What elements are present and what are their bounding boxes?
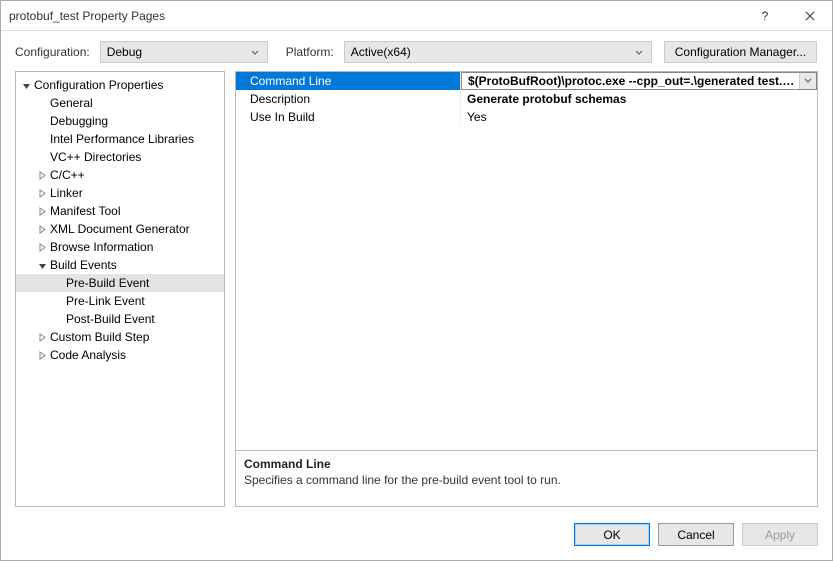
expand-icon[interactable] [36,205,48,217]
svg-text:?: ? [761,10,768,22]
configuration-value: Debug [107,45,142,59]
tree-item-label: Custom Build Step [50,330,149,344]
tree-item-label: Configuration Properties [34,78,163,92]
tree-item[interactable]: C/C++ [16,166,224,184]
content: Configuration Properties General Debugging… [1,71,832,515]
description-pane: Command Line Specifies a command line fo… [236,450,817,506]
description-text: Specifies a command line for the pre-bui… [244,473,809,487]
property-name: Command Line [236,72,461,90]
property-value[interactable]: $(ProtoBufRoot)\protoc.exe --cpp_out=.\g… [461,72,817,90]
titlebar: protobuf_test Property Pages ? [1,1,832,31]
property-rows: Command Line$(ProtoBufRoot)\protoc.exe -… [236,72,817,450]
window-title: protobuf_test Property Pages [9,9,742,23]
tree-item-label: Linker [50,186,83,200]
tree-spacer [36,115,48,127]
config-manager-label: Configuration Manager... [675,45,806,59]
chevron-down-icon[interactable] [799,73,816,89]
tree-item-label: Post-Build Event [66,312,155,326]
tree-item[interactable]: Pre-Build Event [16,274,224,292]
tree-item[interactable]: XML Document Generator [16,220,224,238]
close-icon [805,11,815,21]
config-manager-button[interactable]: Configuration Manager... [664,41,817,63]
tree-view[interactable]: Configuration Properties General Debugging… [15,71,225,507]
tree-spacer [52,295,64,307]
property-row[interactable]: DescriptionGenerate protobuf schemas [236,90,817,108]
toolbar: Configuration: Debug Platform: Active(x6… [1,31,832,71]
right-pane: Command Line$(ProtoBufRoot)\protoc.exe -… [235,71,818,507]
close-button[interactable] [787,1,832,31]
tree-item-label: Browse Information [50,240,153,254]
apply-button[interactable]: Apply [742,523,818,546]
tree-item-label: Pre-Build Event [66,276,149,290]
expand-icon[interactable] [36,223,48,235]
tree-item-label: XML Document Generator [50,222,190,236]
expand-icon[interactable] [36,187,48,199]
tree-item[interactable]: Linker [16,184,224,202]
tree-item-label: General [50,96,93,110]
tree-spacer [36,97,48,109]
tree-item[interactable]: Pre-Link Event [16,292,224,310]
tree-item[interactable]: Intel Performance Libraries [16,130,224,148]
tree-item-label: Intel Performance Libraries [50,132,194,146]
tree-item-label: C/C++ [50,168,85,182]
tree-spacer [52,277,64,289]
tree-item-label: Code Analysis [50,348,126,362]
chevron-down-icon [247,45,263,59]
property-name: Use In Build [236,108,461,126]
tree-item[interactable]: Custom Build Step [16,328,224,346]
expand-icon[interactable] [36,331,48,343]
expand-icon[interactable] [36,349,48,361]
expand-icon[interactable] [36,169,48,181]
tree-item[interactable]: VC++ Directories [16,148,224,166]
ok-button[interactable]: OK [574,523,650,546]
collapse-icon[interactable] [20,79,32,91]
cancel-button[interactable]: Cancel [658,523,734,546]
tree-item-label: VC++ Directories [50,150,141,164]
platform-value: Active(x64) [351,45,411,59]
tree-item-label: Build Events [50,258,117,272]
footer: OK Cancel Apply [1,515,832,560]
tree-item[interactable]: Debugging [16,112,224,130]
property-grid: Command Line$(ProtoBufRoot)\protoc.exe -… [235,71,818,507]
tree-item-label: Debugging [50,114,108,128]
platform-label: Platform: [286,45,334,59]
property-row[interactable]: Use In BuildYes [236,108,817,126]
property-value[interactable]: Generate protobuf schemas [461,90,817,108]
property-row[interactable]: Command Line$(ProtoBufRoot)\protoc.exe -… [236,72,817,90]
configuration-label: Configuration: [15,45,90,59]
tree-item[interactable]: Browse Information [16,238,224,256]
tree-item[interactable]: Configuration Properties [16,76,224,94]
tree-spacer [36,151,48,163]
help-icon: ? [760,10,770,22]
expand-icon[interactable] [36,241,48,253]
platform-combo[interactable]: Active(x64) [344,41,652,63]
tree-item[interactable]: General [16,94,224,112]
description-title: Command Line [244,457,809,471]
property-value[interactable]: Yes [461,108,817,126]
tree-spacer [36,133,48,145]
tree-item[interactable]: Build Events [16,256,224,274]
property-name: Description [236,90,461,108]
configuration-combo[interactable]: Debug [100,41,268,63]
help-button[interactable]: ? [742,1,787,31]
chevron-down-icon [631,45,647,59]
tree-spacer [52,313,64,325]
tree-item-label: Manifest Tool [50,204,120,218]
tree-item[interactable]: Post-Build Event [16,310,224,328]
tree-item[interactable]: Manifest Tool [16,202,224,220]
tree-item[interactable]: Code Analysis [16,346,224,364]
tree-item-label: Pre-Link Event [66,294,145,308]
collapse-icon[interactable] [36,259,48,271]
